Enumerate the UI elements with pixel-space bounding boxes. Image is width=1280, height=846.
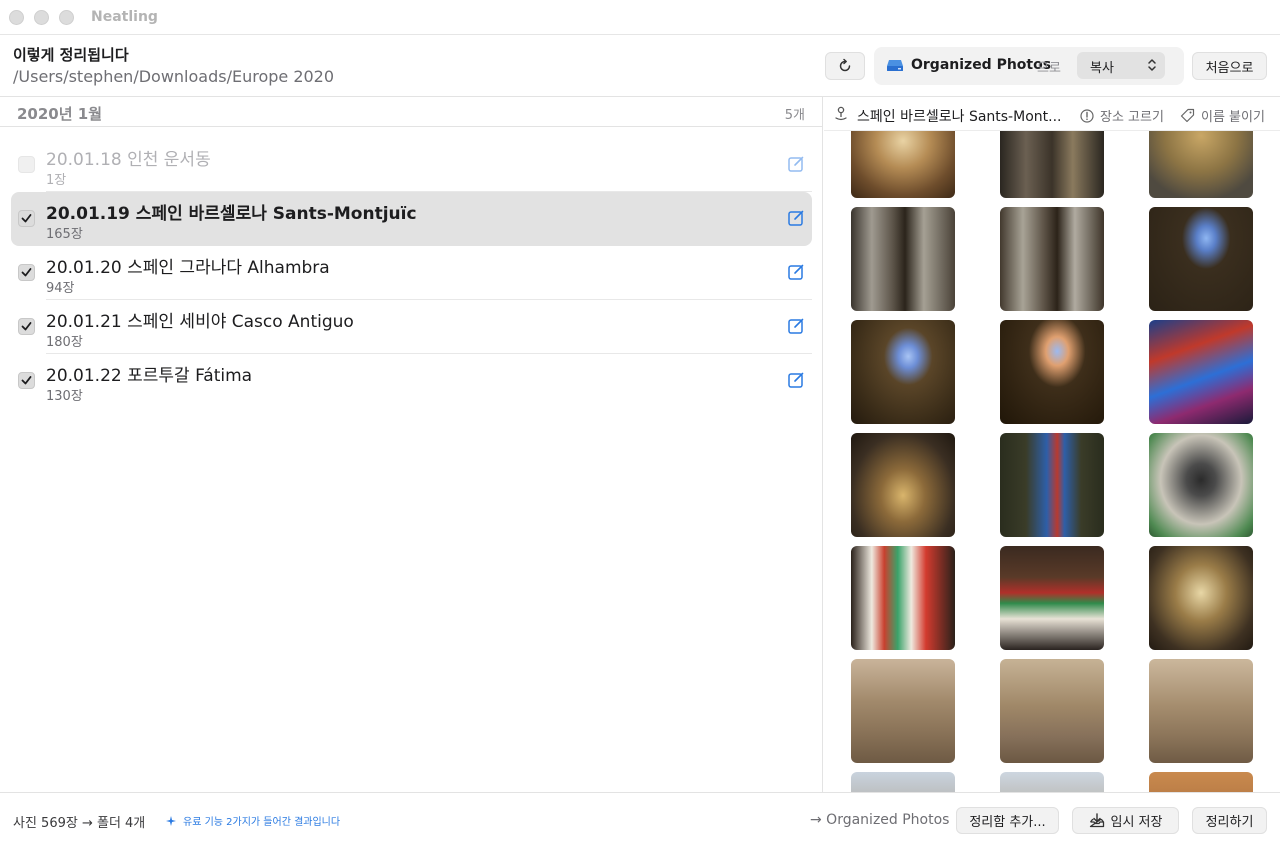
footer: 사진 569장 → 폴더 4개 유료 기능 2가지가 들어간 결과입니다 → O…	[0, 792, 1280, 846]
folder-checkbox[interactable]	[18, 210, 35, 227]
section-title: 2020년 1월	[17, 105, 103, 123]
pro-note-label: 유료 기능 2가지가 들어간 결과입니다	[183, 817, 341, 828]
preview-header: 스페인 바르셀로나 Sants-Mont... 장소 고르기 이름 붙이기	[824, 97, 1280, 131]
zoom-window-button[interactable]	[59, 10, 74, 25]
summary-text: 사진 569장 → 폴더 4개	[13, 816, 146, 831]
photo-thumbnail[interactable]	[1000, 772, 1104, 792]
folder-count: 130장	[46, 389, 83, 404]
folder-row[interactable]: 20.01.19 스페인 바르셀로나 Sants-Montjuïc 165장	[11, 192, 812, 246]
photo-thumbnail[interactable]	[851, 659, 955, 763]
photo-thumbnail[interactable]	[851, 207, 955, 311]
tag-icon	[1180, 108, 1195, 123]
header: 이렇게 정리됩니다 /Users/stephen/Downloads/Europ…	[0, 35, 1280, 97]
pro-feature-note[interactable]: 유료 기능 2가지가 들어간 결과입니다	[165, 813, 340, 828]
refresh-button[interactable]	[825, 52, 865, 80]
edit-icon[interactable]	[787, 371, 805, 389]
folder-count: 165장	[46, 227, 83, 242]
checkmark-icon	[21, 376, 32, 385]
save-draft-button[interactable]: 임시 저장	[1072, 807, 1179, 834]
minimize-window-button[interactable]	[34, 10, 49, 25]
photo-thumbnail[interactable]	[851, 772, 955, 792]
mode-select[interactable]: 복사	[1077, 52, 1165, 79]
destination-selector[interactable]: Organized Photos 으로 복사	[874, 47, 1184, 85]
source-path: /Users/stephen/Downloads/Europe 2020	[13, 67, 335, 86]
chevron-updown-icon	[1148, 59, 1156, 71]
folder-row[interactable]: 20.01.18 인천 운서동 1장	[11, 138, 812, 192]
location-pin-icon	[835, 106, 847, 121]
app-title: Neatling	[91, 9, 158, 25]
folder-checkbox[interactable]	[18, 264, 35, 281]
photo-thumbnail[interactable]	[1000, 433, 1104, 537]
add-destination-button[interactable]: 정리함 추가...	[956, 807, 1059, 834]
info-circle-icon	[1080, 108, 1094, 123]
photo-thumbnail[interactable]	[1000, 207, 1104, 311]
photo-thumbnail[interactable]	[1149, 207, 1253, 311]
edit-icon[interactable]	[787, 155, 805, 173]
photo-thumbnail[interactable]	[1149, 320, 1253, 424]
photo-thumbnail[interactable]	[1149, 772, 1253, 792]
photo-thumbnail[interactable]	[851, 546, 955, 650]
destination-suffix: 으로	[1037, 61, 1061, 76]
folder-title: 20.01.18 인천 운서동	[46, 150, 211, 170]
photo-thumbnail[interactable]	[1000, 320, 1104, 424]
folder-title: 20.01.22 포르투갈 Fátima	[46, 366, 253, 386]
organize-button[interactable]: 정리하기	[1192, 807, 1267, 834]
drive-icon	[887, 60, 903, 71]
section-count: 5개	[784, 108, 805, 123]
location-title: 스페인 바르셀로나 Sants-Mont...	[857, 109, 1062, 125]
mode-label: 복사	[1090, 61, 1114, 76]
tray-download-icon	[1089, 813, 1104, 828]
photo-thumbnail[interactable]	[1149, 546, 1253, 650]
folder-title: 20.01.21 스페인 세비야 Casco Antiguo	[46, 312, 354, 332]
photo-thumbnail[interactable]	[1000, 659, 1104, 763]
name-it-button[interactable]: 이름 붙이기	[1180, 106, 1265, 125]
sparkle-icon	[166, 815, 176, 826]
folder-count: 1장	[46, 173, 67, 188]
title-bar: Neatling	[0, 0, 1280, 35]
folder-list-pane: 2020년 1월 5개 20.01.18 인천 운서동 1장 20.01.19 …	[0, 97, 823, 792]
photo-thumbnail[interactable]	[1149, 433, 1253, 537]
folder-count: 94장	[46, 281, 75, 296]
pick-place-label: 장소 고르기	[1100, 110, 1164, 125]
destination-name: Organized Photos	[911, 57, 1052, 73]
folder-checkbox[interactable]	[18, 156, 35, 173]
photo-thumbnail[interactable]	[1000, 546, 1104, 650]
refresh-icon	[839, 58, 851, 72]
folder-row[interactable]: 20.01.21 스페인 세비야 Casco Antiguo 180장	[11, 300, 812, 354]
edit-icon[interactable]	[787, 263, 805, 281]
edit-icon[interactable]	[787, 317, 805, 335]
folder-row[interactable]: 20.01.20 스페인 그라나다 Alhambra 94장	[11, 246, 812, 300]
destination-path: → Organized Photos	[810, 812, 950, 828]
pick-place-button[interactable]: 장소 고르기	[1080, 106, 1164, 125]
name-it-label: 이름 붙이기	[1201, 110, 1265, 125]
checkmark-icon	[21, 322, 32, 331]
photo-thumbnail[interactable]	[851, 320, 955, 424]
photo-preview-pane: 스페인 바르셀로나 Sants-Mont... 장소 고르기 이름 붙이기	[824, 97, 1280, 792]
close-window-button[interactable]	[9, 10, 24, 25]
photo-thumbnail[interactable]	[1149, 659, 1253, 763]
page-title: 이렇게 정리됩니다	[13, 46, 129, 64]
folder-checkbox[interactable]	[18, 372, 35, 389]
edit-icon[interactable]	[787, 209, 805, 227]
folder-checkbox[interactable]	[18, 318, 35, 335]
checkmark-icon	[21, 268, 32, 277]
section-header: 2020년 1월 5개	[0, 97, 823, 127]
save-draft-label: 임시 저장	[1110, 815, 1163, 830]
folder-count: 180장	[46, 335, 83, 350]
folder-title: 20.01.19 스페인 바르셀로나 Sants-Montjuïc	[46, 204, 417, 224]
checkmark-icon	[21, 214, 32, 223]
folder-row[interactable]: 20.01.22 포르투갈 Fátima 130장	[11, 354, 812, 408]
reset-button[interactable]: 처음으로	[1192, 52, 1267, 80]
folder-title: 20.01.20 스페인 그라나다 Alhambra	[46, 258, 330, 278]
photo-thumbnail[interactable]	[851, 433, 955, 537]
